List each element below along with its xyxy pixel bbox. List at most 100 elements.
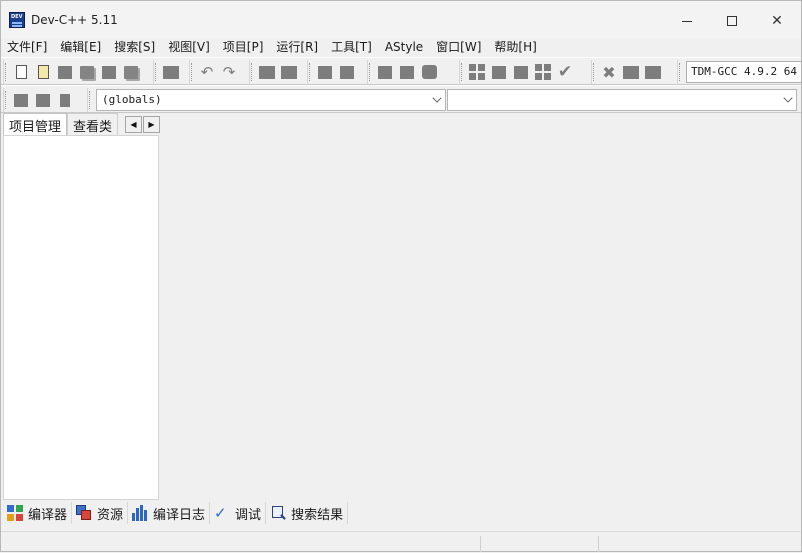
syntax-check-button[interactable]: ✔ <box>554 61 576 83</box>
maximize-icon <box>727 16 737 26</box>
file-toolbar-group <box>3 60 142 84</box>
tab-resources[interactable]: 资源 <box>72 502 129 524</box>
print-button[interactable] <box>160 61 182 83</box>
compiler-select[interactable]: TDM-GCC 4.9.2 64 <box>686 61 802 83</box>
find-button[interactable] <box>256 61 278 83</box>
compiler-toolbar-group <box>677 60 684 84</box>
undo-button[interactable]: ↶ <box>196 61 218 83</box>
scope-combo[interactable]: (globals) <box>96 89 446 111</box>
close-file-icon <box>102 65 116 79</box>
save-icon <box>58 65 72 79</box>
menu-astyle[interactable]: AStyle <box>381 38 427 56</box>
project-tree-pane[interactable] <box>3 135 159 500</box>
redo-icon: ↷ <box>222 62 236 81</box>
tab-debug-label: 调试 <box>235 507 262 523</box>
scope-combo-value: (globals) <box>102 93 162 106</box>
menu-bar: 文件[F] 编辑[E] 搜索[S] 视图[V] 项目[P] 运行[R] 工具[T… <box>1 37 801 57</box>
check-icon: ✓ <box>214 504 227 522</box>
close-icon: ✕ <box>771 13 783 29</box>
compile-toolbar-group: ✔ <box>459 60 576 84</box>
goto-line-icon <box>340 65 354 79</box>
minimize-button[interactable] <box>665 7 709 35</box>
tab-classes[interactable]: 查看类 <box>67 113 119 135</box>
save-all-button[interactable] <box>76 61 98 83</box>
triangle-right-icon: ▶ <box>148 120 155 129</box>
menu-view[interactable]: 视图[V] <box>164 38 214 56</box>
dev-cpp-window: DEV Dev-C++ 5.11 ✕ 文件[F] 编辑[E] 搜索[S] 视图[… <box>0 0 802 552</box>
tab-resources-label: 资源 <box>97 507 124 523</box>
tab-search-results[interactable]: 搜索结果 <box>266 502 349 524</box>
run-icon <box>492 65 506 79</box>
status-divider <box>480 536 481 552</box>
new-file-button[interactable] <box>10 61 32 83</box>
rebuild-all-icon <box>535 64 551 80</box>
close-all-icon <box>124 65 138 79</box>
class-browser-toolbar: (globals) <box>1 85 801 113</box>
triangle-left-icon: ◀ <box>130 120 137 129</box>
rebuild-all-button[interactable] <box>532 61 554 83</box>
tab-scroll-right-button[interactable]: ▶ <box>143 116 160 133</box>
printer-icon <box>163 65 179 79</box>
save-button[interactable] <box>54 61 76 83</box>
replace-button[interactable] <box>278 61 300 83</box>
tab-scroll-left-button[interactable]: ◀ <box>125 116 142 133</box>
stop-execution-button[interactable]: ✖ <box>598 61 620 83</box>
menu-file[interactable]: 文件[F] <box>3 38 51 56</box>
redo-button[interactable]: ↷ <box>218 61 240 83</box>
toggle-bookmark-button[interactable] <box>32 89 54 111</box>
close-button[interactable]: ✕ <box>755 7 799 35</box>
tab-project[interactable]: 项目管理 <box>3 113 68 136</box>
class-combos-group <box>87 88 94 112</box>
save-all-icon <box>80 65 94 79</box>
delete-profile-button[interactable] <box>642 61 664 83</box>
tab-compile-log-label: 编译日志 <box>153 507 206 523</box>
profile-button[interactable] <box>620 61 642 83</box>
indent-icon <box>318 65 332 79</box>
tab-debug[interactable]: ✓ 调试 <box>210 502 267 524</box>
chevron-down-icon <box>783 93 793 103</box>
goto-line-button[interactable] <box>336 61 358 83</box>
profile-icon <box>623 65 639 79</box>
member-combo[interactable] <box>447 89 797 111</box>
tab-search-results-label: 搜索结果 <box>291 507 344 523</box>
menu-run[interactable]: 运行[R] <box>272 38 322 56</box>
left-panel-tabs: 项目管理 查看类 <box>3 113 119 136</box>
indent-toolbar-group <box>307 60 358 84</box>
menu-project[interactable]: 项目[P] <box>219 38 268 56</box>
tab-compiler[interactable]: 编译器 <box>3 502 73 524</box>
title-bar: DEV Dev-C++ 5.11 ✕ <box>1 1 801 39</box>
maximize-button[interactable] <box>710 7 754 35</box>
check-icon: ✔ <box>557 62 573 82</box>
menu-help[interactable]: 帮助[H] <box>490 38 540 56</box>
remove-from-project-button[interactable] <box>396 61 418 83</box>
main-toolbar: ↶ ↷ ✔ ✖ TDM-GCC 4.9.2 64 <box>1 57 802 85</box>
minimize-icon <box>682 20 692 22</box>
replace-icon <box>281 65 297 79</box>
add-to-project-icon <box>378 65 392 79</box>
close-all-button[interactable] <box>120 61 142 83</box>
delete-profile-icon <box>645 65 661 79</box>
insert-button[interactable] <box>10 89 32 111</box>
resources-icon <box>76 505 92 521</box>
bookmark-toolbar-group <box>3 88 76 112</box>
menu-search[interactable]: 搜索[S] <box>110 38 159 56</box>
tab-compile-log[interactable]: 编译日志 <box>128 502 211 524</box>
menu-edit[interactable]: 编辑[E] <box>56 38 105 56</box>
close-file-button[interactable] <box>98 61 120 83</box>
search-toolbar-group <box>249 60 300 84</box>
project-options-button[interactable] <box>418 61 440 83</box>
goto-bookmark-button[interactable] <box>54 89 76 111</box>
status-divider <box>598 536 599 552</box>
indent-button[interactable] <box>314 61 336 83</box>
compile-run-icon <box>514 65 528 79</box>
compile-button[interactable] <box>466 61 488 83</box>
open-file-button[interactable] <box>32 61 54 83</box>
bookmark-icon <box>36 93 50 107</box>
add-to-project-button[interactable] <box>374 61 396 83</box>
menu-tools[interactable]: 工具[T] <box>327 38 376 56</box>
new-file-icon <box>15 65 27 79</box>
run-button[interactable] <box>488 61 510 83</box>
stop-icon: ✖ <box>602 62 616 82</box>
compile-run-button[interactable] <box>510 61 532 83</box>
menu-window[interactable]: 窗口[W] <box>432 38 485 56</box>
